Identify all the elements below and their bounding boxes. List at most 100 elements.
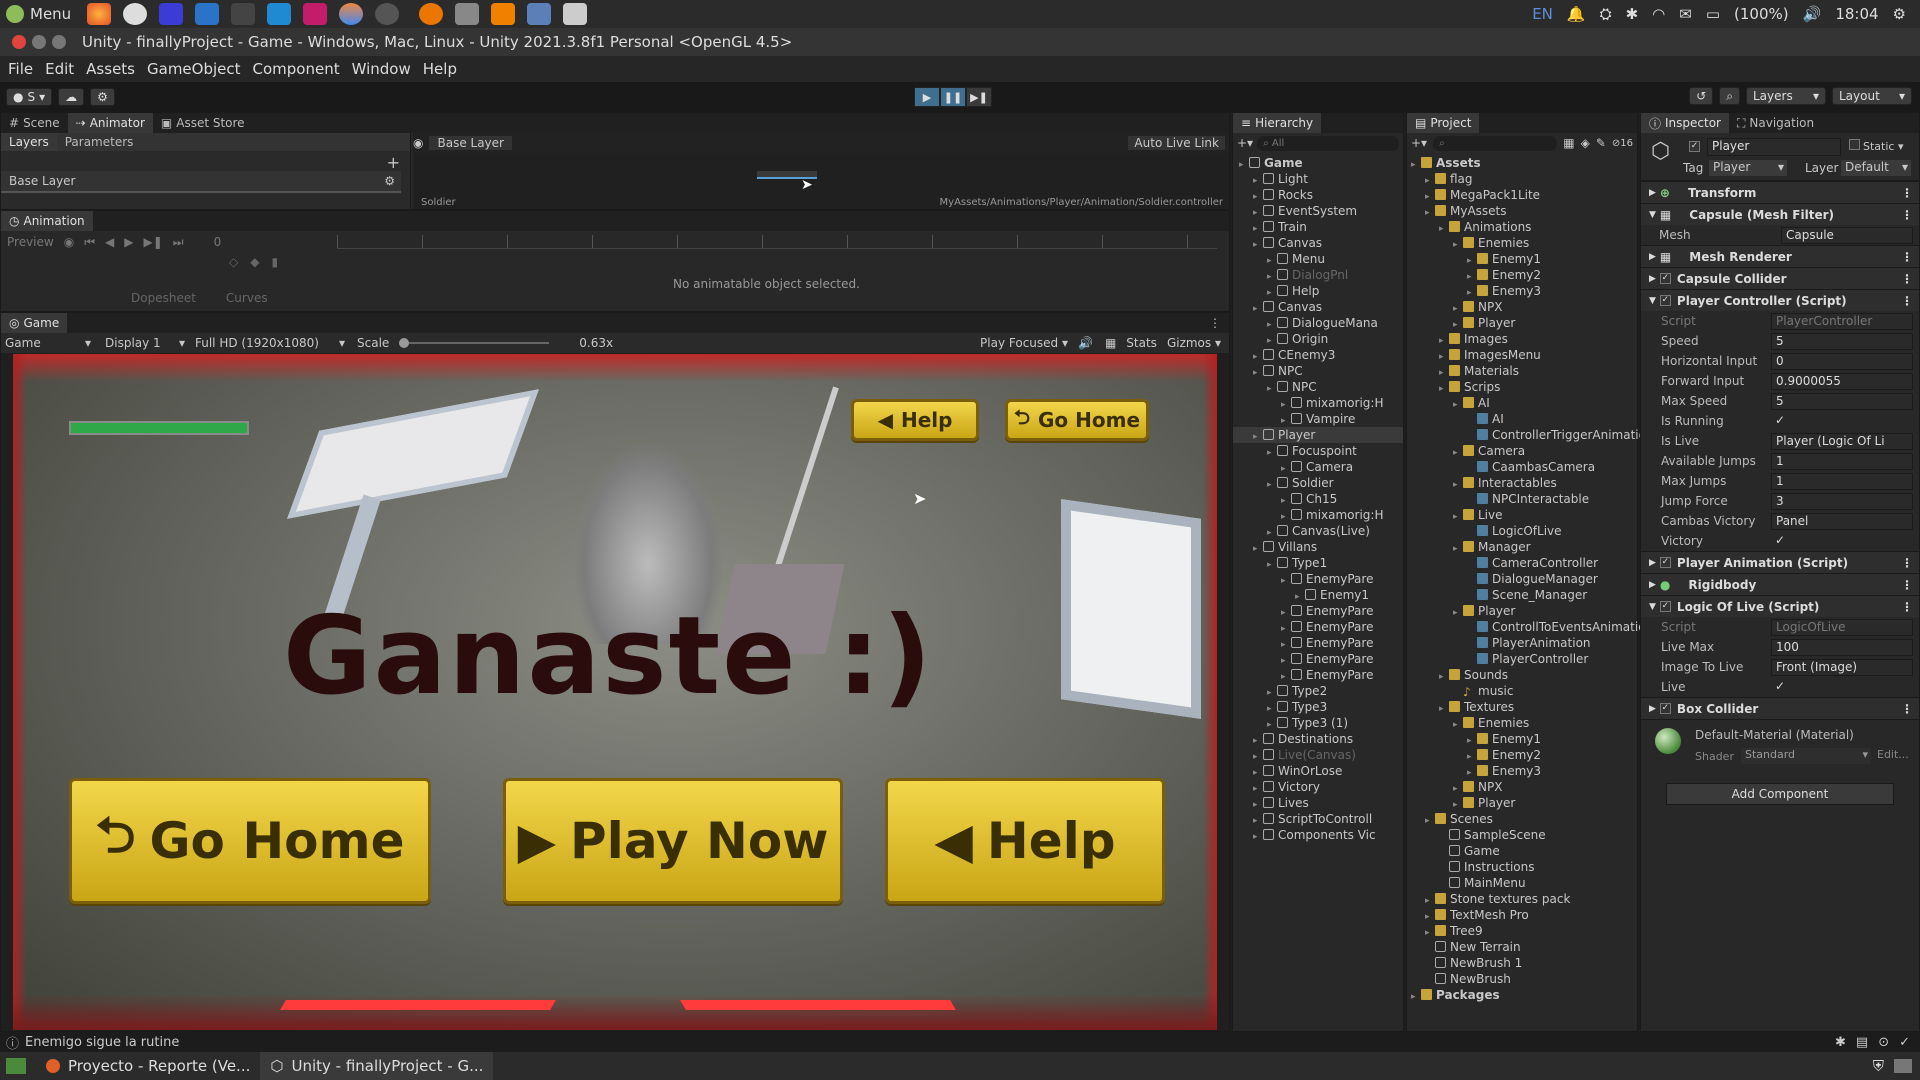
help-small-button[interactable]: ◀ Help [851, 399, 979, 441]
wifi-icon[interactable]: ◠ [1652, 5, 1665, 23]
tab-scene[interactable]: # Scene [1, 113, 68, 133]
tab-game[interactable]: ◎ Game [1, 313, 68, 333]
project-item[interactable]: ▸ Materials [1407, 363, 1637, 379]
shortcuts-icon[interactable]: ▦ [1105, 336, 1116, 350]
property-value[interactable]: 0.9000055 [1771, 372, 1913, 390]
battery-icon[interactable]: ▭ [1706, 5, 1720, 23]
project-item[interactable]: ▸ MegaPack1Lite [1407, 187, 1637, 203]
property-value[interactable]: ✓ [1771, 533, 1913, 550]
static-toggle[interactable]: Static ▾ [1849, 139, 1903, 153]
expand-arrow-icon[interactable]: ▸ [1453, 477, 1463, 493]
keyboard-lang-indicator[interactable]: EN [1532, 5, 1553, 23]
hierarchy-item[interactable]: ▸ EnemyPare [1233, 571, 1403, 587]
project-item[interactable]: PlayerAnimation [1407, 635, 1637, 651]
project-item[interactable]: ▸ Enemy1 [1407, 731, 1637, 747]
event-marker-icon[interactable]: ▮ [271, 255, 278, 269]
project-item[interactable]: ▸ AI [1407, 395, 1637, 411]
project-item[interactable]: ▸ Sounds [1407, 667, 1637, 683]
expand-arrow-icon[interactable]: ▸ [1253, 429, 1263, 445]
expand-arrow-icon[interactable]: ▸ [1453, 541, 1463, 557]
hierarchy-item[interactable]: ▸ Components Vic [1233, 827, 1403, 843]
project-item[interactable]: Game [1407, 843, 1637, 859]
project-item[interactable]: ▸ MyAssets [1407, 203, 1637, 219]
project-item[interactable]: ▸ ImagesMenu [1407, 347, 1637, 363]
transform-component[interactable]: ▶ ⊕ Transform ⋮ [1641, 181, 1919, 203]
menu-edit[interactable]: Edit [45, 60, 74, 78]
curves-tab[interactable]: Curves [226, 291, 268, 305]
add-event-icon[interactable]: ◆ [250, 255, 259, 269]
hierarchy-item[interactable]: ▸ Villans [1233, 539, 1403, 555]
unity-hub-launcher-icon[interactable] [123, 3, 148, 25]
taskbar-item-unity[interactable]: ⬡ Unity - finallyProject - G... [260, 1052, 494, 1080]
project-item[interactable]: NewBrush [1407, 971, 1637, 987]
stats-button[interactable]: Stats [1126, 336, 1157, 350]
clock[interactable]: 18:04 [1835, 5, 1878, 23]
expand-arrow-icon[interactable]: ▸ [1453, 509, 1463, 525]
box-collider-checkbox[interactable]: ✓ [1659, 703, 1671, 714]
static-checkbox[interactable] [1849, 139, 1860, 150]
hierarchy-search[interactable]: ⌕ All [1257, 135, 1399, 151]
menu-file[interactable]: File [8, 60, 33, 78]
project-item[interactable]: ▸ Enemy3 [1407, 283, 1637, 299]
property-value[interactable]: 5 [1771, 332, 1913, 350]
expand-arrow-icon[interactable]: ▸ [1267, 381, 1277, 397]
account-dropdown[interactable]: ● S ▾ [6, 88, 53, 106]
property-value[interactable]: Player (Logic Of Li [1771, 432, 1913, 450]
network-app-launcher-icon[interactable] [527, 3, 552, 25]
component-menu-icon[interactable]: ⋮ [1901, 556, 1913, 570]
component-menu-icon[interactable]: ⋮ [1901, 294, 1913, 308]
tab-inspector[interactable]: ⓘ Inspector [1641, 113, 1729, 133]
project-item[interactable]: MainMenu [1407, 875, 1637, 891]
expand-arrow-icon[interactable]: ▸ [1453, 605, 1463, 621]
property-value[interactable]: ✓ [1771, 679, 1913, 696]
resolution-dropdown[interactable]: Full HD (1920x1080) ▾ [195, 336, 345, 350]
base-layer-row[interactable]: Base Layer ⚙ [1, 171, 401, 193]
expand-arrow-icon[interactable]: ▸ [1439, 701, 1449, 717]
project-item[interactable]: ControllerTriggerAnimatio [1407, 427, 1646, 443]
dopesheet-tab[interactable]: Dopesheet [131, 291, 196, 305]
video-app-launcher-icon[interactable] [455, 3, 480, 25]
tag-dropdown[interactable]: Player ▾ [1709, 160, 1787, 176]
expand-arrow-icon[interactable]: ▸ [1439, 669, 1449, 685]
project-item[interactable]: ▸ Tree9 [1407, 923, 1637, 939]
project-item[interactable]: ♪ music [1407, 683, 1637, 699]
expand-arrow-icon[interactable]: ▸ [1253, 301, 1263, 317]
volume-icon[interactable]: 🔊 [1803, 5, 1822, 23]
expand-arrow-icon[interactable]: ▸ [1281, 573, 1291, 589]
hierarchy-item[interactable]: ▸ ScriptToControll [1233, 811, 1403, 827]
project-item[interactable]: ▸ Animations [1407, 219, 1637, 235]
hierarchy-item[interactable]: ▸ NPC [1233, 379, 1403, 395]
tab-asset-store[interactable]: ▣ Asset Store [153, 113, 253, 133]
project-item[interactable]: ▸ flag [1407, 171, 1637, 187]
component-menu-icon[interactable]: ⋮ [1901, 208, 1913, 222]
project-item[interactable]: ▸ Images [1407, 331, 1637, 347]
game-panel-menu-icon[interactable]: ⋮ [1209, 316, 1221, 330]
project-item[interactable]: ▸ Enemy1 [1407, 251, 1637, 267]
add-layer-icon[interactable]: + [387, 153, 400, 172]
hierarchy-item[interactable]: ▸ CEnemy3 [1233, 347, 1403, 363]
hierarchy-item[interactable]: ▸ EnemyPare [1233, 651, 1403, 667]
component-menu-icon[interactable]: ⋮ [1901, 702, 1913, 716]
project-search[interactable]: ⌕ [1433, 135, 1558, 151]
component-menu-icon[interactable]: ⋮ [1901, 186, 1913, 200]
component-menu-icon[interactable]: ⋮ [1901, 600, 1913, 614]
project-add-icon[interactable]: +▾ [1411, 136, 1427, 150]
hierarchy-item[interactable]: ▸ Type3 [1233, 699, 1403, 715]
hierarchy-item[interactable]: ▸ EnemyPare [1233, 619, 1403, 635]
filter-type-icon[interactable]: ▦ [1563, 136, 1574, 150]
tab-animation[interactable]: ◷ Animation [1, 211, 93, 231]
hierarchy-item[interactable]: ▸ Type1 [1233, 555, 1403, 571]
hierarchy-item[interactable]: ▸ Camera [1233, 459, 1403, 475]
layer-dropdown[interactable]: Default ▾ [1841, 160, 1911, 176]
player-controller-component[interactable]: ▼ ✓ Player Controller (Script) ⋮ [1641, 289, 1919, 311]
hierarchy-item[interactable]: ▸ Canvas [1233, 235, 1403, 251]
property-value[interactable]: PlayerController [1771, 312, 1913, 330]
project-item[interactable]: ▸ NPX [1407, 779, 1637, 795]
rigidbody-component[interactable]: ▶ ● Rigidbody ⋮ [1641, 573, 1919, 595]
logic-of-live-checkbox[interactable]: ✓ [1659, 601, 1671, 612]
project-item[interactable]: SampleScene [1407, 827, 1637, 843]
expand-arrow-icon[interactable]: ▸ [1439, 221, 1449, 237]
expand-arrow-icon[interactable]: ▸ [1253, 829, 1263, 845]
project-item[interactable]: ▸ Textures [1407, 699, 1637, 715]
project-item[interactable]: NewBrush 1 [1407, 955, 1637, 971]
